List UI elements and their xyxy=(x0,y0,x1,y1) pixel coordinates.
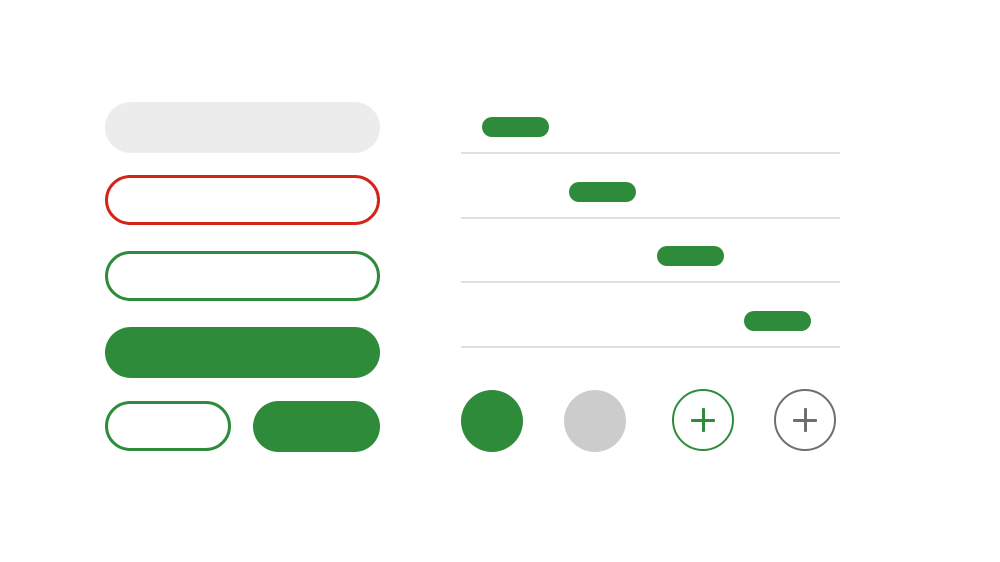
circle-disabled-button xyxy=(564,390,626,452)
small-outline-button[interactable] xyxy=(105,401,231,451)
step-chip-3[interactable] xyxy=(657,246,724,266)
plus-icon xyxy=(691,408,715,432)
disabled-button xyxy=(105,102,380,153)
add-button-secondary[interactable] xyxy=(774,389,836,451)
step-divider-1 xyxy=(461,152,840,154)
step-chip-1[interactable] xyxy=(482,117,549,137)
step-chip-4[interactable] xyxy=(744,311,811,331)
small-filled-button[interactable] xyxy=(253,401,380,452)
step-divider-3 xyxy=(461,281,840,283)
add-button[interactable] xyxy=(672,389,734,451)
circle-filled-button[interactable] xyxy=(461,390,523,452)
step-divider-4 xyxy=(461,346,840,348)
step-chip-2[interactable] xyxy=(569,182,636,202)
plus-icon xyxy=(793,408,817,432)
error-outline-button[interactable] xyxy=(105,175,380,225)
outline-button[interactable] xyxy=(105,251,380,301)
step-divider-2 xyxy=(461,217,840,219)
filled-button[interactable] xyxy=(105,327,380,378)
